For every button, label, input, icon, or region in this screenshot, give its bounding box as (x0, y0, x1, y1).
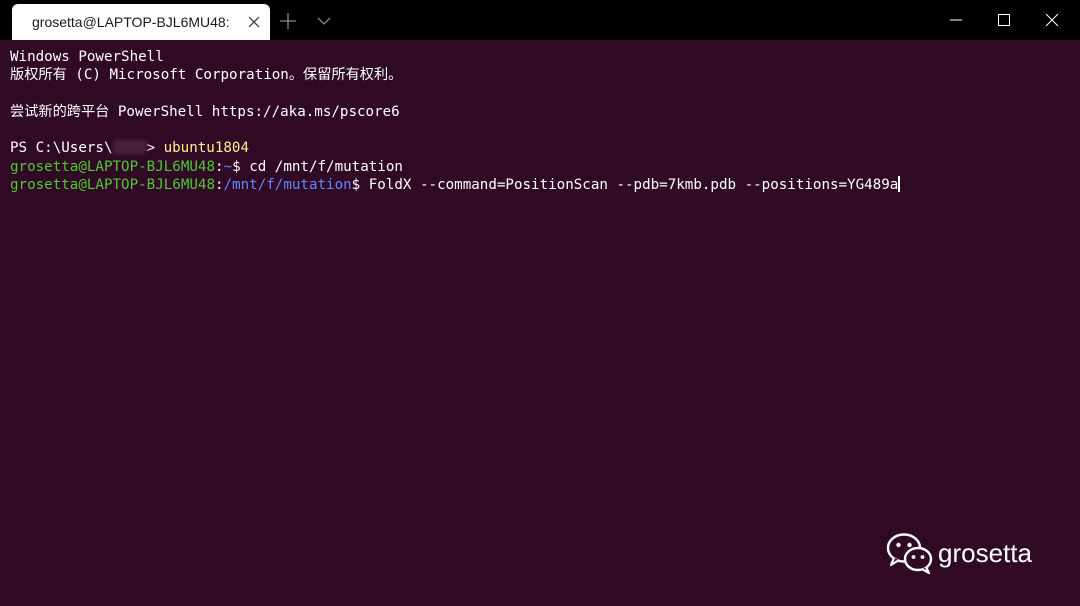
chevron-down-icon[interactable] (312, 9, 336, 33)
wechat-icon (886, 533, 933, 575)
terminal-line: PS C:\Users\ > ubuntu1804 (10, 139, 1070, 157)
command-text: cd /mnt/f/mutation (249, 158, 403, 175)
ps-command: ubuntu1804 (163, 140, 250, 157)
pscore-hint-text: 尝试新的跨平台 PowerShell https://aka.ms/pscore… (10, 103, 400, 120)
terminal-window: grosetta@LAPTOP-BJL6MU48: /mr Windows Po… (0, 0, 1080, 606)
redacted-username (112, 140, 147, 155)
prompt-separator: : (215, 158, 224, 175)
terminal-output[interactable]: Windows PowerShell 版权所有 (C) Microsoft Co… (0, 40, 1080, 606)
terminal-line-current: grosetta@LAPTOP-BJL6MU48:/mnt/f/mutation… (10, 176, 1070, 194)
minimize-button[interactable] (932, 0, 980, 40)
prompt-separator: : (215, 177, 224, 194)
copyright-text: 版权所有 (C) Microsoft Corporation。保留所有权利。 (10, 67, 403, 84)
prompt-symbol: $ (232, 158, 241, 175)
prompt-path: /mnt/f/mutation (223, 177, 352, 194)
current-command-input[interactable]: FoldX --command=PositionScan --pdb=7kmb.… (369, 177, 899, 193)
prompt-path: ~ (223, 158, 233, 175)
tab-title: grosetta@LAPTOP-BJL6MU48: /mr (32, 14, 232, 30)
prompt-user-host: grosetta@LAPTOP-BJL6MU48 (10, 177, 215, 194)
new-tab-plus-icon[interactable] (276, 9, 300, 33)
tab-close-icon[interactable] (244, 12, 264, 32)
maximize-button[interactable] (980, 0, 1028, 40)
tab-active[interactable]: grosetta@LAPTOP-BJL6MU48: /mr (12, 4, 270, 40)
ps-prompt-suffix: > (146, 140, 156, 157)
ps-prompt-prefix: PS C:\Users\ (10, 140, 113, 157)
watermark-text: grosetta (938, 538, 1032, 568)
title-bar: grosetta@LAPTOP-BJL6MU48: /mr (0, 0, 1080, 40)
powershell-header: Windows PowerShell (10, 49, 164, 65)
terminal-line: grosetta@LAPTOP-BJL6MU48:~$ cd /mnt/f/mu… (10, 158, 1070, 176)
prompt-user-host: grosetta@LAPTOP-BJL6MU48 (10, 158, 215, 175)
maximize-icon (998, 14, 1010, 26)
terminal-line: 尝试新的跨平台 PowerShell https://aka.ms/pscore… (10, 103, 1070, 121)
terminal-line: 版权所有 (C) Microsoft Corporation。保留所有权利。 (10, 66, 1070, 84)
close-window-button[interactable] (1028, 0, 1076, 40)
terminal-line: Windows PowerShell (10, 48, 1070, 66)
terminal-line-empty (10, 85, 1070, 103)
close-icon (1045, 13, 1059, 27)
terminal-line-empty (10, 121, 1070, 139)
prompt-symbol: $ (351, 177, 361, 194)
minimize-icon (950, 19, 962, 21)
text-cursor (898, 176, 900, 193)
watermark: grosetta (886, 530, 1056, 576)
